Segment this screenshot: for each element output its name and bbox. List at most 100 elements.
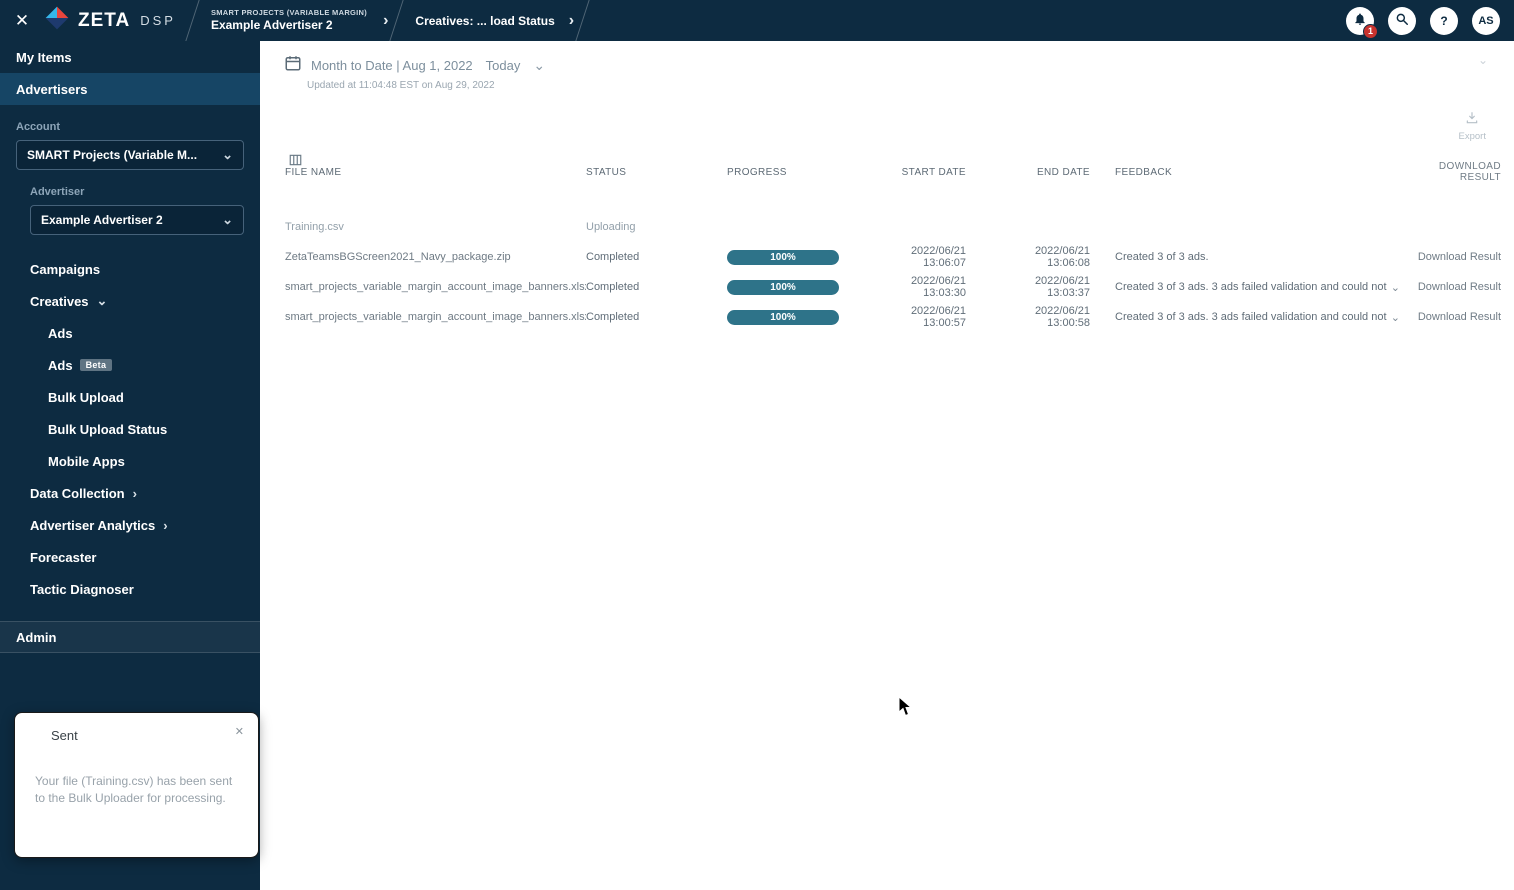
file-name-cell: Training.csv xyxy=(285,221,586,233)
file-name-cell: smart_projects_variable_margin_account_i… xyxy=(285,311,586,323)
chevron-down-icon[interactable]: ⌄ xyxy=(1478,53,1488,67)
feedback-cell: Created 3 of 3 ads. 3 ads failed validat… xyxy=(1115,281,1387,293)
breadcrumb-advertiser: Example Advertiser 2 xyxy=(211,18,367,33)
toast-message: Your file (Training.csv) has been sent t… xyxy=(35,773,238,808)
progress-value: 100% xyxy=(770,312,796,323)
upload-status-table: File Name Status Progress Start Date End… xyxy=(260,159,1514,332)
sidebar-item-label: Data Collection xyxy=(30,486,125,501)
sidebar-item-campaigns[interactable]: Campaigns xyxy=(0,253,260,285)
breadcrumb-account-advertiser[interactable]: SMART PROJECTS (VARIABLE MARGIN) Example… xyxy=(195,8,377,32)
export-label: Export xyxy=(1459,131,1486,142)
chevron-right-icon[interactable]: › xyxy=(377,13,394,29)
end-date-cell: 2022/06/21 13:06:08 xyxy=(991,245,1115,269)
toast-title: Sent xyxy=(51,728,258,743)
sidebar-item-forecaster[interactable]: Forecaster xyxy=(0,541,260,573)
chevron-right-icon: › xyxy=(133,486,137,501)
table-row: ZetaTeamsBGScreen2021_Navy_package.zip C… xyxy=(260,242,1514,272)
account-select[interactable]: SMART Projects (Variable M... ⌄ xyxy=(16,140,244,170)
status-cell: Completed xyxy=(586,281,727,293)
sidebar-item-advertiser-analytics[interactable]: Advertiser Analytics › xyxy=(0,509,260,541)
start-date-cell: 2022/06/21 13:00:57 xyxy=(875,305,991,329)
sidebar-item-label: Ads xyxy=(48,358,73,373)
column-header-start-date: Start Date xyxy=(875,167,991,178)
chevron-right-icon: › xyxy=(163,518,167,533)
help-button[interactable]: ? xyxy=(1430,7,1458,35)
column-header-progress: Progress xyxy=(727,167,875,178)
sidebar-item-tactic-diagnoser[interactable]: Tactic Diagnoser xyxy=(0,573,260,605)
sidebar-item-label: Bulk Upload Status xyxy=(48,422,167,437)
breadcrumb-account: SMART PROJECTS (VARIABLE MARGIN) xyxy=(211,8,367,17)
sidebar-section-admin[interactable]: Admin xyxy=(0,621,260,653)
start-date-cell: 2022/06/21 13:03:30 xyxy=(875,275,991,299)
table-header-row: File Name Status Progress Start Date End… xyxy=(260,159,1514,185)
sidebar-item-label: Tactic Diagnoser xyxy=(30,582,134,597)
chevron-down-icon: ⌄ xyxy=(97,293,108,309)
chevron-down-icon[interactable]: ⌄ xyxy=(533,57,545,74)
column-header-end-date: End Date xyxy=(991,167,1115,178)
avatar[interactable]: AS xyxy=(1472,7,1500,35)
end-date-cell: 2022/06/21 13:03:37 xyxy=(991,275,1115,299)
progress-bar: 100% xyxy=(727,280,839,295)
sidebar-item-bulk-upload[interactable]: Bulk Upload xyxy=(0,381,260,413)
close-icon[interactable]: ✕ xyxy=(0,11,44,31)
advertiser-label: Advertiser xyxy=(0,186,260,198)
end-date-cell: 2022/06/21 13:00:58 xyxy=(991,305,1115,329)
sidebar-item-creatives[interactable]: Creatives ⌄ xyxy=(0,285,260,317)
download-result-link[interactable]: Download Result xyxy=(1400,311,1501,323)
download-icon xyxy=(1459,111,1486,130)
chevron-down-icon: ⌄ xyxy=(222,147,233,163)
sidebar-section-label: Admin xyxy=(16,630,56,645)
progress-bar: 100% xyxy=(727,250,839,265)
column-header-feedback: Feedback xyxy=(1115,167,1400,178)
feedback-expand-icon[interactable]: ⌄ xyxy=(1391,281,1400,294)
main-content: Month to Date | Aug 1, 2022 Today ⌄ Upda… xyxy=(260,41,1514,890)
notifications-button[interactable]: 1 xyxy=(1346,7,1374,35)
brand-suffix: DSP xyxy=(140,13,176,28)
column-header-status: Status xyxy=(586,167,727,178)
sidebar-section-label: Advertisers xyxy=(16,82,88,97)
zeta-logo-icon xyxy=(44,5,70,36)
sidebar-item-label: Advertiser Analytics xyxy=(30,518,155,533)
brand[interactable]: ZETA DSP xyxy=(44,5,190,36)
sidebar-item-ads-beta[interactable]: Ads Beta xyxy=(0,349,260,381)
sidebar-item-bulk-upload-status[interactable]: Bulk Upload Status xyxy=(0,413,260,445)
close-icon[interactable]: ✕ xyxy=(235,725,244,738)
account-label: Account xyxy=(0,121,260,133)
sent-toast: Sent ✕ Your file (Training.csv) has been… xyxy=(14,712,259,858)
progress-value: 100% xyxy=(770,252,796,263)
download-result-link[interactable]: Download Result xyxy=(1400,281,1501,293)
file-name-cell: smart_projects_variable_margin_account_i… xyxy=(285,281,586,293)
feedback-expand-icon[interactable]: ⌄ xyxy=(1391,311,1400,324)
start-date-cell: 2022/06/21 13:06:07 xyxy=(875,245,991,269)
avatar-initials: AS xyxy=(1478,15,1493,27)
sidebar-item-label: Creatives xyxy=(30,294,89,309)
progress-bar: 100% xyxy=(727,310,839,325)
sidebar-item-label: My Items xyxy=(16,50,72,65)
breadcrumb-page[interactable]: Creatives: ... load Status xyxy=(399,14,562,28)
sidebar-nav: Campaigns Creatives ⌄ Ads Ads Beta Bulk … xyxy=(0,253,260,605)
table-row: smart_projects_variable_margin_account_i… xyxy=(260,272,1514,302)
export-button[interactable]: Export xyxy=(1459,111,1486,142)
sidebar-item-label: Bulk Upload xyxy=(48,390,124,405)
top-bar: ✕ ZETA DSP SMART PROJECTS (VARIABLE MARG… xyxy=(0,0,1514,41)
sidebar-section-advertisers[interactable]: Advertisers xyxy=(0,73,260,105)
sidebar-item-mobile-apps[interactable]: Mobile Apps xyxy=(0,445,260,477)
file-name-cell: ZetaTeamsBGScreen2021_Navy_package.zip xyxy=(285,251,586,263)
sidebar-item-label: Mobile Apps xyxy=(48,454,125,469)
search-icon xyxy=(1395,12,1409,29)
download-result-link[interactable]: Download Result xyxy=(1400,251,1501,263)
sidebar-item-my-items[interactable]: My Items xyxy=(0,41,260,73)
search-button[interactable] xyxy=(1388,7,1416,35)
sidebar-item-data-collection[interactable]: Data Collection › xyxy=(0,477,260,509)
advertiser-select[interactable]: Example Advertiser 2 ⌄ xyxy=(30,205,244,235)
date-today-label: Today xyxy=(486,58,521,73)
topbar-actions: 1 ? AS xyxy=(1346,7,1514,35)
sidebar-item-label: Campaigns xyxy=(30,262,100,277)
beta-badge: Beta xyxy=(80,359,113,371)
chevron-right-icon[interactable]: › xyxy=(563,13,580,29)
calendar-icon xyxy=(284,54,302,77)
date-range-picker[interactable]: Month to Date | Aug 1, 2022 Today ⌄ xyxy=(284,54,1514,77)
sidebar-item-ads[interactable]: Ads xyxy=(0,317,260,349)
notification-count-badge: 1 xyxy=(1363,24,1378,39)
account-select-value: SMART Projects (Variable M... xyxy=(27,148,197,162)
